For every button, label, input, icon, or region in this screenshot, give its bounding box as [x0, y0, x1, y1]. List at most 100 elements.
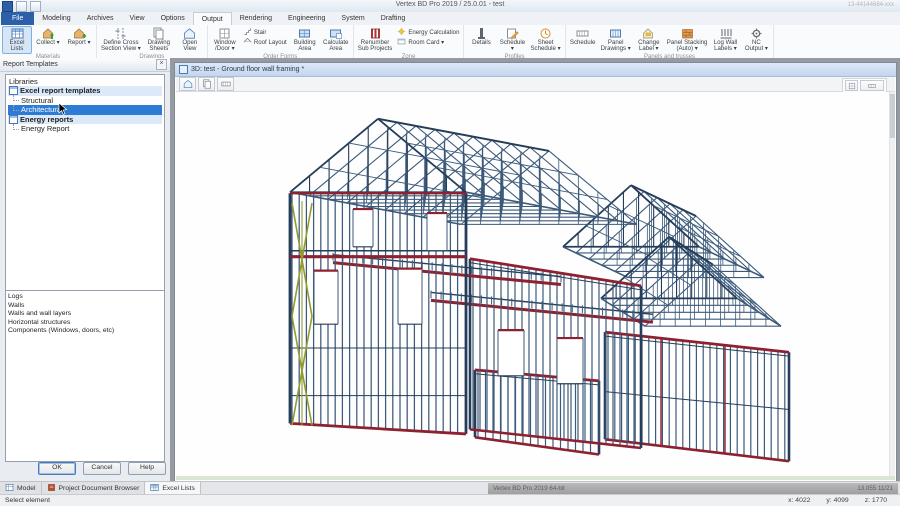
previous-view-icon[interactable] [198, 77, 215, 91]
button-label: Drawing Sheets [148, 40, 170, 53]
tab-drafting[interactable]: Drafting [373, 12, 414, 25]
excel-lists-button[interactable]: Excel Lists [2, 26, 32, 54]
viewport-toolbar [176, 77, 895, 92]
mouse-cursor [58, 103, 68, 116]
button-label: Collect ▾ [36, 40, 59, 46]
zoom-extents-icon[interactable] [179, 77, 196, 91]
button-label: Schedule ▾ [500, 40, 525, 53]
layers-dropdown-icon[interactable] [860, 80, 884, 91]
report-templates-panel: Report Templates × Libraries Excel repor… [0, 58, 171, 482]
libraries-label: Libraries [8, 77, 162, 86]
calculate-area-button[interactable]: Calculate Area [321, 26, 351, 54]
tree-item-energy-reports[interactable]: Energy reports [8, 115, 162, 125]
button-label: Panel Stacking (Auto) ▾ [667, 40, 708, 53]
button-label: Panel Drawings ▾ [601, 40, 631, 53]
button-label: Calculate Area [323, 40, 348, 53]
ribbon: Excel ListsCollect ▾Report ▾MaterialsDef… [0, 25, 900, 59]
view-list-icon[interactable] [217, 77, 234, 91]
panel-drawings-button[interactable]: Panel Drawings ▾ [599, 26, 633, 54]
button-label: Window /Door ▾ [214, 40, 236, 53]
button-label: Log Wall Labels ▾ [714, 40, 737, 53]
button-label: NC Output ▾ [745, 40, 768, 53]
tab-view[interactable]: View [122, 12, 153, 25]
tab-system[interactable]: System [333, 12, 372, 25]
schedule-button[interactable]: Schedule [568, 26, 598, 47]
button-label: Room Card ▾ [408, 39, 444, 46]
framing-model [176, 92, 895, 476]
energy-calculation-button[interactable]: Energy Calculation [395, 28, 461, 37]
button-label: Details [472, 40, 491, 46]
tree-item-excel-report-templates[interactable]: Excel report templates [8, 86, 162, 96]
button-label: Roof Layout [254, 39, 287, 46]
license-text: 13-44144684-xxx [848, 2, 894, 8]
tab-output[interactable]: Output [193, 12, 232, 26]
coordinate-readout: x: 4022y: 4099z: 1770 [788, 497, 895, 504]
window-door-button[interactable]: Window /Door ▾ [210, 26, 240, 54]
report-button[interactable]: Report ▾ [64, 26, 94, 47]
panel-buttons: OK Cancel Help [0, 462, 170, 475]
ribbon-tab-bar: FileModelingArchivesViewOptionsOutputRen… [0, 12, 900, 26]
define-cross-section-view-button[interactable]: Define Cross Section View ▾ [99, 26, 143, 54]
build-info: 13.055 11/21 [857, 485, 893, 492]
button-label: Schedule [570, 40, 595, 46]
building-area-button[interactable]: Building Area [290, 26, 320, 54]
cancel-button[interactable]: Cancel [83, 462, 121, 475]
coord-z: z: 1770 [865, 497, 887, 504]
panel-stacking-auto-button[interactable]: Panel Stacking (Auto) ▾ [665, 26, 710, 54]
close-icon[interactable]: × [156, 59, 167, 70]
tree-line [13, 124, 19, 130]
ok-button[interactable]: OK [38, 462, 76, 475]
tab-options[interactable]: Options [153, 12, 193, 25]
dock-tab-label: Model [17, 485, 36, 492]
viewport-title-bar: 3D: test - Ground floor wall framing * [175, 63, 896, 77]
ribbon-group-order-forms: Window /Door ▾ Stair Roof LayoutBuilding A… [208, 25, 354, 58]
change-label-button[interactable]: Change Label ▾ [634, 26, 664, 54]
help-button[interactable]: Help [128, 462, 166, 475]
tree-item-label: Energy reports [20, 115, 73, 124]
schedule-button[interactable]: Schedule ▾ [497, 26, 527, 54]
tree-item-structural[interactable]: Structural [8, 96, 162, 106]
3d-model-canvas[interactable] [176, 92, 895, 476]
tab-engineering[interactable]: Engineering [280, 12, 333, 25]
sheet-schedule-button[interactable]: Sheet Schedule ▾ [528, 26, 562, 54]
tree-item-architectural[interactable]: Architectural [8, 105, 162, 115]
button-label: Sheet Schedule ▾ [530, 40, 560, 53]
vertical-scrollbar[interactable] [889, 92, 895, 476]
model-icon [5, 483, 14, 494]
tree-item-label: Structural [21, 96, 53, 105]
log-wall-labels-button[interactable]: Log Wall Labels ▾ [710, 26, 740, 54]
button-label: Define Cross Section View ▾ [101, 40, 141, 53]
drawing-sheets-button[interactable]: Drawing Sheets [144, 26, 174, 54]
document-area: 3D: test - Ground floor wall framing * [170, 58, 900, 482]
tab-file[interactable]: File [1, 12, 34, 25]
pdb-icon [47, 483, 56, 494]
coord-x: x: 4022 [788, 497, 810, 504]
viewport-title: 3D: test - Ground floor wall framing * [191, 66, 304, 73]
renumber-sub-projects-button[interactable]: Renumber Sub Projects [356, 26, 395, 54]
view-mode-icon[interactable] [845, 80, 858, 91]
nc-output-button[interactable]: NC Output ▾ [741, 26, 771, 54]
open-view-button[interactable]: Open View [175, 26, 205, 54]
collect-button[interactable]: Collect ▾ [33, 26, 63, 47]
tree-item-label: Energy Report [21, 124, 69, 133]
roof-layout-button[interactable]: Roof Layout [241, 38, 289, 47]
window-title: Vertex BD Pro 2019 / 25.0.01 - test [0, 1, 900, 8]
description-line: Logs [8, 293, 162, 302]
details-button[interactable]: Details [466, 26, 496, 47]
tab-archives[interactable]: Archives [79, 12, 122, 25]
tree-item-energy-report[interactable]: Energy Report [8, 124, 162, 134]
ribbon-group-drawings: Define Cross Section View ▾ Drawing Sheet… [97, 25, 208, 58]
tab-modeling[interactable]: Modeling [34, 12, 78, 25]
viewport-status-strip: Vertex BD Pro 2019 64-bit 13.055 11/21 [488, 483, 898, 494]
tree-line [13, 105, 19, 111]
tab-rendering[interactable]: Rendering [232, 12, 280, 25]
room-card-button[interactable]: Room Card ▾ [395, 38, 461, 47]
stair-button[interactable]: Stair [241, 28, 289, 37]
viewport-window: 3D: test - Ground floor wall framing * [174, 62, 897, 482]
button-label: Open View [182, 40, 197, 53]
card-icon [397, 37, 406, 48]
description-line: Horizontal structures [8, 319, 162, 328]
ribbon-group-panels-and-trusses: Schedule Panel Drawings ▾ Change Label ▾ Pa… [566, 25, 775, 58]
button-label: Change Label ▾ [638, 40, 659, 53]
horizontal-scrollbar[interactable] [176, 476, 895, 480]
